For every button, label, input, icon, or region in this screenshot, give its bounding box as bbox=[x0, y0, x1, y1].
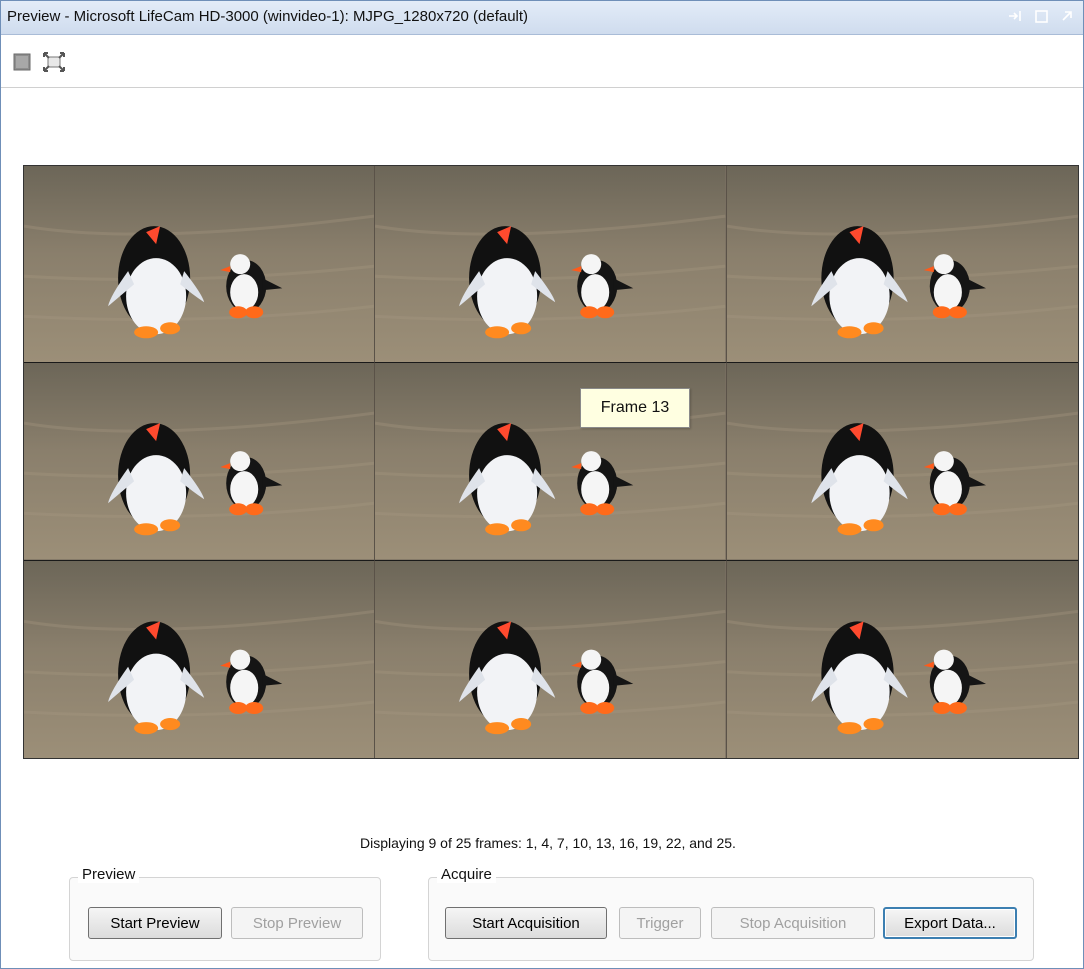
undock-icon[interactable] bbox=[1059, 8, 1075, 24]
frame-thumbnail bbox=[726, 363, 1078, 561]
frame-thumbnail bbox=[24, 363, 376, 561]
window-controls bbox=[1007, 8, 1075, 24]
toolbar bbox=[1, 35, 1083, 88]
acquire-group-label: Acquire bbox=[437, 866, 496, 883]
preview-group: Preview Start Preview Stop Preview bbox=[69, 866, 381, 961]
maximize-icon[interactable] bbox=[1033, 8, 1049, 24]
frame-thumbnail bbox=[24, 560, 376, 758]
frame-thumbnail bbox=[726, 560, 1078, 758]
fit-fullscreen-icon[interactable] bbox=[41, 49, 67, 75]
frame-thumbnail bbox=[726, 166, 1078, 364]
start-preview-button[interactable]: Start Preview bbox=[88, 907, 222, 939]
start-acquisition-button[interactable]: Start Acquisition bbox=[445, 907, 607, 939]
frames-status-text: Displaying 9 of 25 frames: 1, 4, 7, 10, … bbox=[360, 835, 736, 851]
frame-thumbnail bbox=[375, 560, 727, 758]
trigger-button[interactable]: Trigger bbox=[619, 907, 701, 939]
window-title: Preview - Microsoft LifeCam HD-3000 (win… bbox=[7, 8, 529, 25]
preview-group-label: Preview bbox=[78, 866, 140, 883]
frame-thumbnail bbox=[375, 166, 727, 364]
dock-icon[interactable] bbox=[1007, 8, 1023, 24]
stop-preview-button[interactable]: Stop Preview bbox=[231, 907, 363, 939]
stop-square-icon[interactable] bbox=[9, 49, 35, 75]
frame-montage bbox=[23, 165, 1079, 759]
frame-tooltip: Frame 13 bbox=[580, 388, 690, 428]
frame-thumbnail bbox=[24, 166, 376, 364]
stop-acquisition-button[interactable]: Stop Acquisition bbox=[711, 907, 875, 939]
export-data-button[interactable]: Export Data... bbox=[883, 907, 1017, 939]
acquire-group: Acquire Start Acquisition Trigger Stop A… bbox=[428, 866, 1034, 961]
title-bar: Preview - Microsoft LifeCam HD-3000 (win… bbox=[1, 1, 1083, 35]
preview-window: Preview - Microsoft LifeCam HD-3000 (win… bbox=[0, 0, 1084, 969]
